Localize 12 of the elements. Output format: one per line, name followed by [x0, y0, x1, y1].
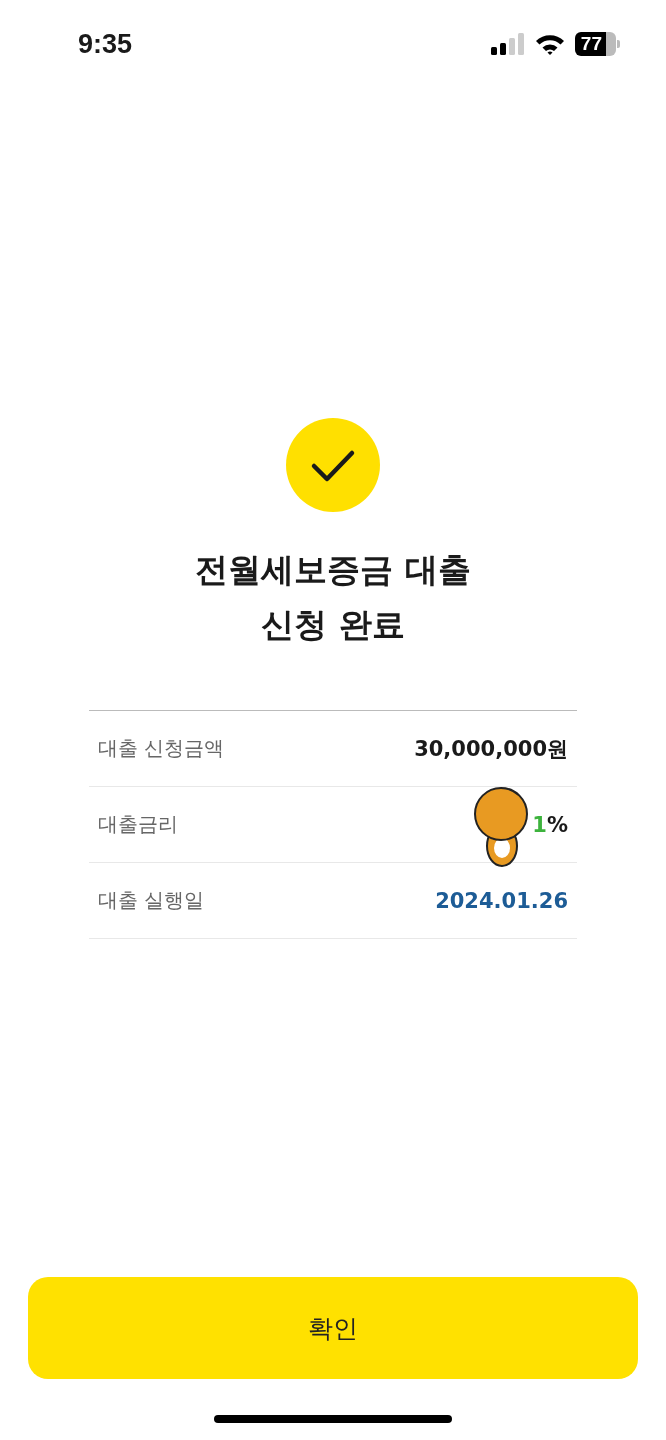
row-label: 대출 실행일 — [98, 887, 205, 914]
row-value: 2024.01.26 — [435, 888, 568, 913]
row-label: 대출금리 — [98, 811, 178, 838]
page-title: 전월세보증금 대출 신청 완료 — [195, 549, 471, 646]
wifi-icon — [534, 33, 565, 55]
status-time: 9:35 — [78, 28, 133, 60]
check-icon — [286, 418, 380, 512]
signal-icon — [490, 33, 525, 55]
confirm-button[interactable]: 확인 — [28, 1277, 638, 1379]
interest-rate: 1% — [532, 812, 568, 837]
row-value: 30,000,000원 — [414, 735, 568, 763]
row-label: 대출 신청금액 — [98, 735, 225, 762]
